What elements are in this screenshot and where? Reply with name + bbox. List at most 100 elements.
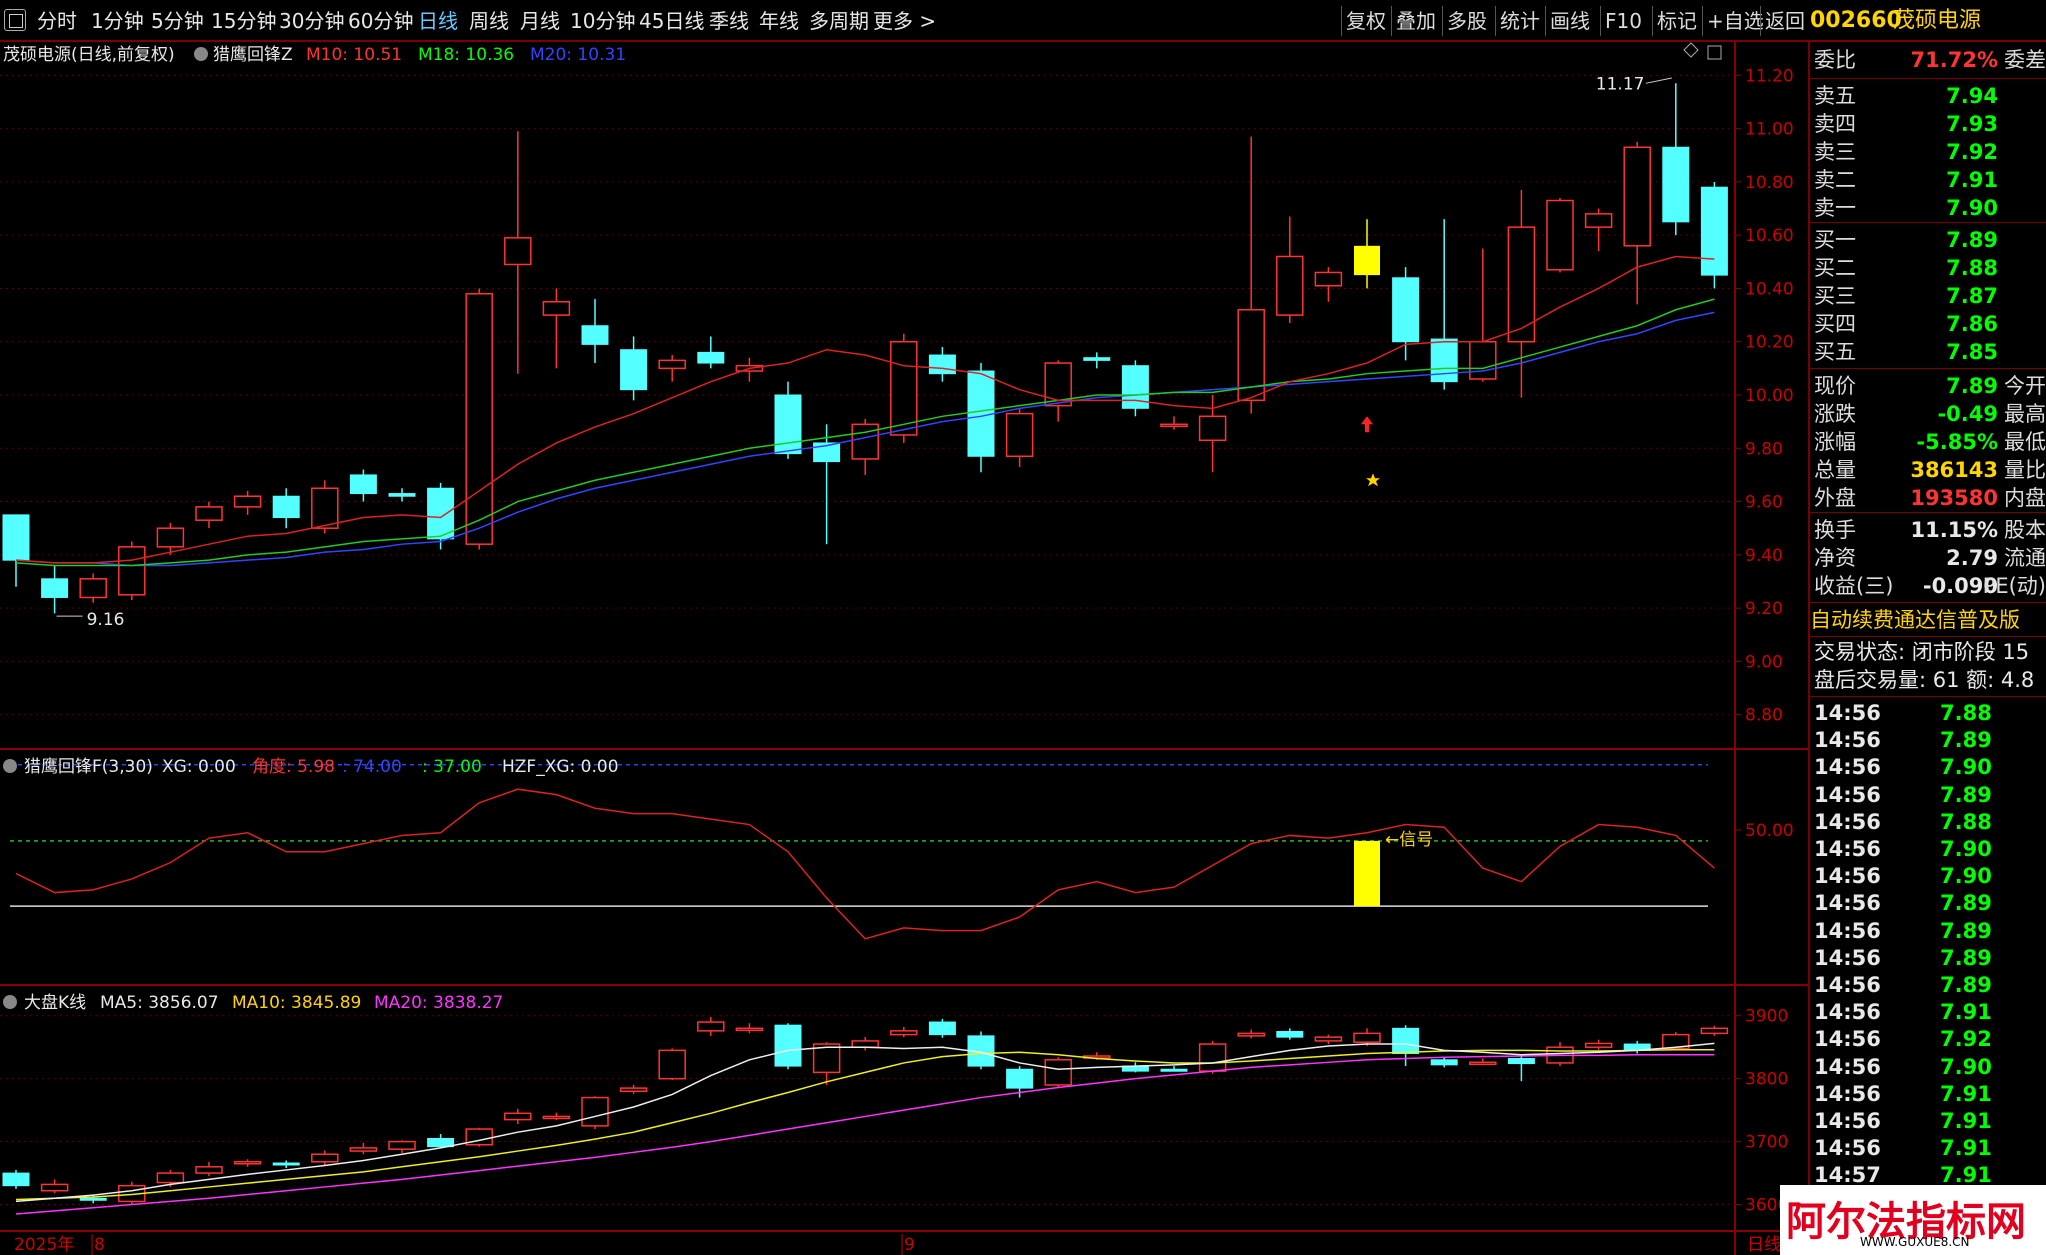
window-menu-icon[interactable] xyxy=(4,9,26,31)
period-tab-12[interactable]: 年线 xyxy=(756,6,802,36)
tick-row: 14:56 7.91 xyxy=(1810,1081,2046,1108)
sell-level-4-value: 7.93 xyxy=(1946,112,1998,136)
period-tab-13[interactable]: 多周期 xyxy=(806,6,872,36)
sell-level-4: 卖四 7.93 xyxy=(1810,110,2046,138)
sell-level-2-value: 7.91 xyxy=(1946,168,1998,192)
tick-price: 7.89 xyxy=(1940,728,1992,753)
indicator-tick-label: 50.00 xyxy=(1745,821,1794,841)
index-candle xyxy=(272,1162,300,1166)
price-candle xyxy=(620,349,648,391)
price-tick-label: 9.20 xyxy=(1745,599,1783,619)
toolbar-action-6[interactable]: 标记 xyxy=(1652,6,1701,36)
quote-3-right-label: 量比 xyxy=(2004,458,2046,482)
weibi-row: 委比 71.72% 委差 xyxy=(1810,46,2046,74)
price-candle xyxy=(1276,255,1304,316)
weibi-value: 71.72% xyxy=(1910,48,1998,72)
tick-time: 14:56 xyxy=(1814,809,1881,834)
quote-1-label: 涨跌 xyxy=(1814,402,1856,426)
price-tick-label: 8.80 xyxy=(1745,706,1783,726)
buy-level-2-value: 7.88 xyxy=(1946,256,1998,280)
tick-price: 7.90 xyxy=(1940,864,1992,889)
tick-time: 14:56 xyxy=(1814,1054,1881,1079)
buy-level-4-label: 买四 xyxy=(1814,312,1856,336)
tick-row: 14:56 7.90 xyxy=(1810,754,2046,781)
toolbar-action-3[interactable]: 统计 xyxy=(1495,6,1544,36)
price-candle xyxy=(658,359,686,370)
index-candle xyxy=(504,1112,532,1121)
quote-3: 总量 386143 量比 xyxy=(1810,456,2046,484)
quote-0-right-label: 今开 xyxy=(2004,374,2046,398)
sell-level-2-label: 卖二 xyxy=(1814,168,1856,192)
price-candle xyxy=(1314,271,1343,287)
period-tab-14[interactable]: 更多 > xyxy=(870,6,939,36)
quote-1: 涨跌 -0.49 最高 xyxy=(1810,400,2046,428)
tick-price: 7.90 xyxy=(1940,1054,1992,1079)
index-candle xyxy=(1276,1030,1304,1038)
index-candle xyxy=(79,1197,107,1201)
period-tab-3[interactable]: 15分钟 xyxy=(208,6,279,36)
sell-level-1-label: 卖一 xyxy=(1814,196,1856,220)
index-ma5-line xyxy=(15,1042,1715,1203)
index-candle xyxy=(1430,1059,1458,1066)
tick-time: 14:56 xyxy=(1814,1109,1881,1133)
index-candle xyxy=(890,1030,918,1036)
tick-time: 14:56 xyxy=(1814,1081,1881,1106)
period-tab-5[interactable]: 60分钟 xyxy=(345,6,416,36)
tick-price: 7.88 xyxy=(1940,809,1992,834)
kline-chart[interactable]: 11.20 11.00 10.80 10.60 10.40 10.20 10.00 9.80 9… xyxy=(0,42,1808,1255)
tick-time: 14:56 xyxy=(1814,755,1881,780)
index-candle xyxy=(1584,1042,1613,1048)
panel-toggle-icon xyxy=(1707,45,1722,60)
index-candle xyxy=(658,1049,686,1080)
quote-4-label: 外盘 xyxy=(1814,486,1856,510)
price-tick-label: 10.60 xyxy=(1745,226,1794,246)
tick-row: 14:56 7.90 xyxy=(1810,863,2046,890)
ticker-line[interactable]: 自动续费通达信普及版 xyxy=(1810,606,2046,634)
period-tab-10[interactable]: 45日线 xyxy=(636,6,707,36)
tick-row: 14:56 7.92 xyxy=(1810,1026,2046,1053)
period-tab-6[interactable]: 日线 xyxy=(415,6,461,36)
price-candle xyxy=(1392,277,1420,343)
fund-0-label: 换手 xyxy=(1814,518,1856,542)
sell-level-1: 卖一 7.90 xyxy=(1810,194,2046,222)
period-tab-11[interactable]: 季线 xyxy=(706,6,752,36)
buy-level-5-label: 买五 xyxy=(1814,340,1856,364)
signal-label: ←信号 xyxy=(1385,830,1433,850)
period-tab-4[interactable]: 30分钟 xyxy=(276,6,347,36)
price-candle xyxy=(311,487,339,529)
price-tick-label: 9.80 xyxy=(1745,439,1783,459)
zoom-diamond-icon xyxy=(1683,42,1699,58)
tick-price: 7.90 xyxy=(1940,755,1992,780)
tick-time: 14:56 xyxy=(1814,701,1881,725)
period-tab-0[interactable]: 分时 xyxy=(34,6,80,36)
period-tab-7[interactable]: 周线 xyxy=(466,6,512,36)
toolbar-action-0[interactable]: 复权 xyxy=(1341,6,1390,36)
tick-price: 7.89 xyxy=(1940,891,1992,916)
quote-3-value: 386143 xyxy=(1910,458,1998,482)
buy-level-2-label: 买二 xyxy=(1814,256,1856,280)
price-candle xyxy=(465,293,493,545)
toolbar-action-8[interactable]: 返回 xyxy=(1760,6,1809,36)
index-candle xyxy=(1006,1068,1034,1089)
price-candle xyxy=(504,237,532,266)
toolbar-action-5[interactable]: F10 xyxy=(1600,6,1646,36)
indicator-name: 猎鹰回锋Z xyxy=(213,45,293,65)
header-stock-name: 茂硕电源 xyxy=(1893,8,1982,33)
index-candle xyxy=(928,1021,956,1036)
price-candle xyxy=(581,325,609,345)
buy-arrow-icon xyxy=(1361,416,1373,433)
price-candle xyxy=(1584,213,1613,228)
index-candle xyxy=(1237,1032,1265,1037)
price-candle xyxy=(195,506,223,521)
toolbar-action-2[interactable]: 多股 xyxy=(1442,6,1491,36)
period-tab-1[interactable]: 1分钟 xyxy=(88,6,147,36)
toolbar-action-1[interactable]: 叠加 xyxy=(1391,6,1440,36)
sell-level-2: 卖二 7.91 xyxy=(1810,166,2046,194)
toolbar-action-7[interactable]: +自选 xyxy=(1702,6,1768,36)
toolbar-action-4[interactable]: 画线 xyxy=(1545,6,1594,36)
period-tab-9[interactable]: 10分钟 xyxy=(567,6,638,36)
period-tab-8[interactable]: 月线 xyxy=(517,6,563,36)
fund-1-label: 净资 xyxy=(1814,546,1856,570)
period-tab-2[interactable]: 5分钟 xyxy=(148,6,207,36)
price-candle xyxy=(79,578,107,599)
